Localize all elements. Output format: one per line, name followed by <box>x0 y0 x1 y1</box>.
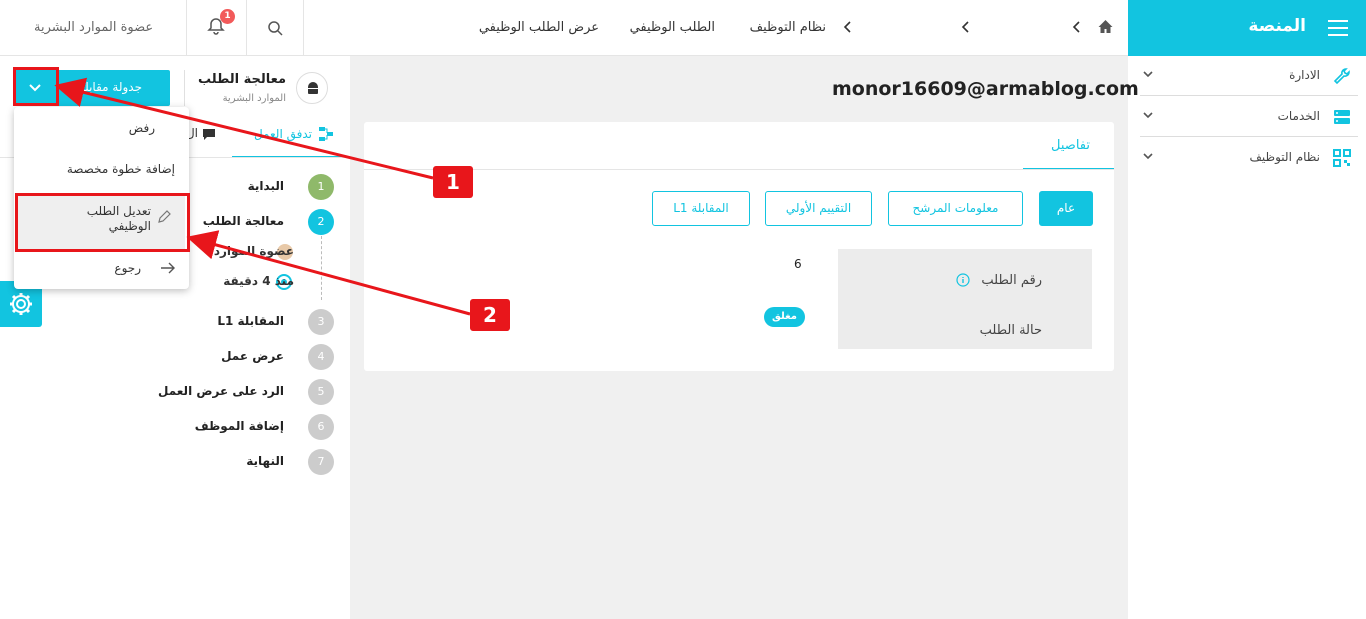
schedule-button-label: جدولة مقابلة <box>78 80 142 94</box>
arrow-right-icon <box>161 262 175 274</box>
step-interview: 3 المقابلة L1 <box>0 307 340 337</box>
flow-icon <box>319 127 333 141</box>
pill-candidate-info[interactable]: معلومات المرشح <box>888 191 1023 226</box>
breadcrumb-job-request[interactable]: الطلب الوظيفي <box>630 20 715 35</box>
android-icon <box>296 72 328 104</box>
request-number-label: رقم الطلب <box>981 273 1042 288</box>
candidate-email: monor16609@armablog.com <box>832 78 1139 100</box>
step-number: 2 <box>308 209 334 235</box>
chat-icon <box>203 129 215 140</box>
wrench-icon <box>1333 68 1350 85</box>
sidebar: المنصة الادارة الخدمات نظام التوظيف <box>1128 0 1366 619</box>
tab-workflow-label: تدفق العمل <box>253 127 312 141</box>
menu-icon[interactable] <box>1328 20 1348 36</box>
breadcrumb-recruitment[interactable]: نظام التوظيف <box>750 20 826 35</box>
step-number: 5 <box>308 379 334 405</box>
sidebar-item-recruitment[interactable]: نظام التوظيف <box>1140 138 1358 178</box>
qr-grid-icon <box>1333 149 1351 167</box>
info-icon <box>956 273 970 287</box>
sidebar-header: المنصة <box>1128 0 1366 56</box>
annotation-box-2 <box>15 193 190 252</box>
chevron-down-icon <box>1143 71 1153 78</box>
process-title: معالجة الطلب <box>198 72 286 87</box>
step-end: 7 النهاية <box>0 447 340 477</box>
step-label: إضافة الموظف <box>194 419 284 433</box>
pill-general[interactable]: عام <box>1039 191 1093 226</box>
step-add-employee: 6 إضافة الموظف <box>0 412 340 442</box>
step-number: 4 <box>308 344 334 370</box>
search-icon[interactable] <box>267 20 283 36</box>
chevron-left-icon <box>843 21 851 33</box>
pill-initial-evaluation[interactable]: التقييم الأولي <box>765 191 872 226</box>
step-label: الرد على عرض العمل <box>158 384 284 398</box>
sidebar-item-label: الادارة <box>1289 68 1320 82</box>
status-badge: مغلق <box>764 307 805 327</box>
sidebar-item-admin[interactable]: الادارة <box>1140 56 1358 96</box>
home-icon[interactable] <box>1097 19 1114 35</box>
annotation-label-2: 2 <box>470 299 510 331</box>
tab-details-label: تفاصيل <box>1051 138 1090 153</box>
chevron-down-icon <box>1143 153 1153 160</box>
schedule-interview-button[interactable]: جدولة مقابلة <box>56 70 170 106</box>
sidebar-item-services[interactable]: الخدمات <box>1140 97 1358 137</box>
tab-workflow[interactable]: تدفق العمل <box>232 118 348 158</box>
request-number-value: 6 <box>794 257 802 271</box>
menu-item-reject[interactable]: رفض <box>129 121 155 135</box>
step-label: البداية <box>247 179 284 193</box>
step-number: 7 <box>308 449 334 475</box>
tab-details[interactable]: تفاصيل <box>1023 122 1114 170</box>
step-time: منذ 4 دقيقة <box>223 274 294 288</box>
step-number: 6 <box>308 414 334 440</box>
sidebar-item-label: الخدمات <box>1277 109 1320 123</box>
chevron-left-icon <box>1072 21 1080 33</box>
details-card: تفاصيل عام معلومات المرشح التقييم الأولي… <box>364 122 1114 371</box>
process-subtitle: الموارد البشرية <box>222 93 286 104</box>
menu-item-back[interactable]: رجوع <box>114 261 141 275</box>
request-status-label: حالة الطلب <box>979 323 1042 338</box>
breadcrumb-current: عرض الطلب الوظيفي <box>478 20 599 35</box>
step-label: النهاية <box>246 454 284 468</box>
step-offer-reply: 5 الرد على عرض العمل <box>0 377 340 407</box>
chevron-left-icon <box>961 21 969 33</box>
gear-icon <box>10 293 32 315</box>
request-info-box: رقم الطلب حالة الطلب <box>838 249 1092 349</box>
step-number: 3 <box>308 309 334 335</box>
step-assignee: عضوة الموارد <box>213 244 294 258</box>
user-menu[interactable]: عضوة الموارد البشرية <box>34 20 153 35</box>
step-label: معالجة الطلب <box>202 214 284 228</box>
brand-title: المنصة <box>1248 16 1306 36</box>
step-number: 1 <box>308 174 334 200</box>
step-offer: 4 عرض عمل <box>0 342 340 372</box>
chevron-down-icon <box>1143 112 1153 119</box>
step-label: عرض عمل <box>221 349 284 363</box>
step-label: المقابلة L1 <box>217 314 284 328</box>
annotation-label-1: 1 <box>433 166 473 198</box>
server-icon <box>1334 110 1350 124</box>
menu-item-add-custom-step[interactable]: إضافة خطوة مخصصة <box>67 162 175 176</box>
sidebar-item-label: نظام التوظيف <box>1249 150 1321 164</box>
annotation-box-1 <box>13 67 59 106</box>
pill-interview-l1[interactable]: المقابلة L1 <box>652 191 750 226</box>
top-bar: نظام التوظيف الطلب الوظيفي عرض الطلب الو… <box>0 0 1128 56</box>
notification-badge: 1 <box>220 9 235 24</box>
